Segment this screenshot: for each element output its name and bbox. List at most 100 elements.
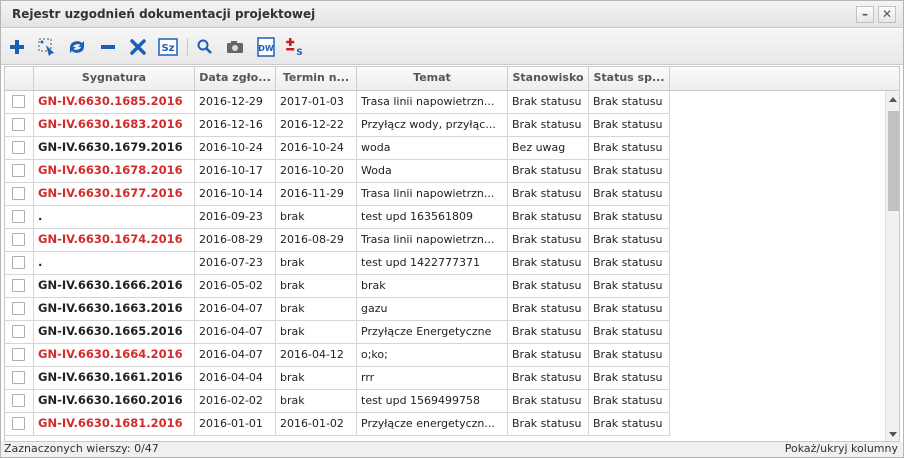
table-row[interactable]: GN-IV.6630.1679.2016 2016-10-24 2016-10-24… <box>5 137 885 160</box>
table-row[interactable]: GN-IV.6630.1674.2016 2016-08-29 2016-08-29… <box>5 229 885 252</box>
scrollbar-thumb[interactable] <box>888 111 899 211</box>
table-row[interactable]: GN-IV.6630.1677.2016 2016-10-14 2016-11-29… <box>5 183 885 206</box>
dw-button[interactable]: DW <box>255 36 277 58</box>
scroll-up-arrow-icon[interactable] <box>889 97 897 102</box>
edit-select-button[interactable] <box>36 36 58 58</box>
selected-rows-count: Zaznaczonych wierszy: 0/47 <box>4 442 159 455</box>
delete-icon <box>130 39 146 55</box>
refresh-button[interactable] <box>66 36 88 58</box>
cell-sygnatura: GN-IV.6630.1681.2016 <box>34 413 195 436</box>
delete-button[interactable] <box>127 36 149 58</box>
cell-sygnatura: GN-IV.6630.1663.2016 <box>34 298 195 321</box>
row-checkbox-cell <box>5 413 34 436</box>
cell-termin: 2016-01-02 <box>276 413 357 436</box>
toggle-columns-link[interactable]: Pokaż/ukryj kolumny <box>785 442 898 455</box>
cell-stanowisko: Bez uwag <box>508 137 589 160</box>
table-row[interactable]: GN-IV.6630.1681.2016 2016-01-01 2016-01-02… <box>5 413 885 436</box>
vertical-scrollbar[interactable] <box>885 91 899 441</box>
minimize-button[interactable]: – <box>856 6 874 23</box>
row-checkbox[interactable] <box>12 394 25 407</box>
window-title: Rejestr uzgodnień dokumentacji projektow… <box>12 7 316 21</box>
cell-status: Brak statusu <box>589 252 670 275</box>
row-checkbox[interactable] <box>12 279 25 292</box>
row-checkbox[interactable] <box>12 417 25 430</box>
plus-minus-s-icon: S <box>286 38 303 58</box>
row-checkbox[interactable] <box>12 141 25 154</box>
table-row[interactable]: GN-IV.6630.1678.2016 2016-10-17 2016-10-20… <box>5 160 885 183</box>
column-header-data[interactable]: Data zgło... <box>195 67 276 91</box>
cell-sygnatura: GN-IV.6630.1660.2016 <box>34 390 195 413</box>
remove-button[interactable] <box>97 36 119 58</box>
row-checkbox[interactable] <box>12 118 25 131</box>
column-header-temat[interactable]: Temat <box>357 67 508 91</box>
row-checkbox[interactable] <box>12 256 25 269</box>
cell-temat: brak <box>357 275 508 298</box>
cell-termin: brak <box>276 252 357 275</box>
dw-icon-label: DW <box>258 44 274 53</box>
row-checkbox[interactable] <box>12 164 25 177</box>
row-checkbox[interactable] <box>12 210 25 223</box>
table-row[interactable]: GN-IV.6630.1661.2016 2016-04-04 brak rrr Bra… <box>5 367 885 390</box>
cell-status: Brak statusu <box>589 137 670 160</box>
cell-stanowisko: Brak statusu <box>508 344 589 367</box>
close-button[interactable]: ✕ <box>878 6 896 23</box>
column-header-stanowisko[interactable]: Stanowisko <box>508 67 589 91</box>
table-row[interactable]: GN-IV.6630.1683.2016 2016-12-16 2016-12-22… <box>5 114 885 137</box>
row-checkbox[interactable] <box>12 95 25 108</box>
row-checkbox-cell <box>5 137 34 160</box>
sz-icon: Sz <box>158 38 178 56</box>
cell-termin: 2016-12-22 <box>276 114 357 137</box>
table-row[interactable]: GN-IV.6630.1664.2016 2016-04-07 2016-04-12… <box>5 344 885 367</box>
camera-icon <box>227 41 243 53</box>
cell-temat: o;ko; <box>357 344 508 367</box>
dw-icon: DW <box>257 37 275 57</box>
cell-status: Brak statusu <box>589 229 670 252</box>
table-row[interactable]: GN-IV.6630.1660.2016 2016-02-02 brak test u… <box>5 390 885 413</box>
row-checkbox[interactable] <box>12 348 25 361</box>
search-icon <box>197 39 212 54</box>
row-checkbox[interactable] <box>12 233 25 246</box>
table-row[interactable]: GN-IV.6630.1665.2016 2016-04-07 brak Przyłą… <box>5 321 885 344</box>
row-checkbox[interactable] <box>12 302 25 315</box>
cell-temat: test upd 1422777371 <box>357 252 508 275</box>
cell-stanowisko: Brak statusu <box>508 413 589 436</box>
row-checkbox[interactable] <box>12 371 25 384</box>
refresh-icon <box>70 41 84 53</box>
cell-data: 2016-10-24 <box>195 137 276 160</box>
table-row[interactable]: . 2016-07-23 brak test upd 1422777371 Brak s… <box>5 252 885 275</box>
column-header-sygnatura[interactable]: Sygnatura <box>34 67 195 91</box>
table-row[interactable]: GN-IV.6630.1663.2016 2016-04-07 brak gazu Br… <box>5 298 885 321</box>
row-checkbox-cell <box>5 390 34 413</box>
search-button[interactable] <box>194 36 216 58</box>
cell-data: 2016-04-07 <box>195 298 276 321</box>
row-checkbox[interactable] <box>12 325 25 338</box>
cell-data: 2016-08-29 <box>195 229 276 252</box>
camera-button[interactable] <box>224 36 246 58</box>
cell-status: Brak statusu <box>589 206 670 229</box>
scroll-down-arrow-icon[interactable] <box>889 432 897 437</box>
row-checkbox[interactable] <box>12 187 25 200</box>
row-checkbox-cell <box>5 321 34 344</box>
cell-sygnatura: GN-IV.6630.1677.2016 <box>34 183 195 206</box>
cell-data: 2016-10-17 <box>195 160 276 183</box>
cell-sygnatura: GN-IV.6630.1678.2016 <box>34 160 195 183</box>
table-row[interactable]: GN-IV.6630.1666.2016 2016-05-02 brak brak Br… <box>5 275 885 298</box>
status-bar: Zaznaczonych wierszy: 0/47 Pokaż/ukryj k… <box>1 442 903 457</box>
sz-button[interactable]: Sz <box>157 36 179 58</box>
select-all-column-header[interactable] <box>5 67 34 91</box>
table-row[interactable]: GN-IV.6630.1685.2016 2016-12-29 2017-01-03… <box>5 91 885 114</box>
plus-minus-s-button[interactable]: S <box>284 36 306 58</box>
row-checkbox-cell <box>5 114 34 137</box>
cell-temat: woda <box>357 137 508 160</box>
cell-data: 2016-05-02 <box>195 275 276 298</box>
column-header-termin[interactable]: Termin n... <box>276 67 357 91</box>
cell-stanowisko: Brak statusu <box>508 183 589 206</box>
column-header-status[interactable]: Status sp... <box>589 67 670 91</box>
table-row[interactable]: . 2016-09-23 brak test upd 163561809 Brak st… <box>5 206 885 229</box>
add-button[interactable] <box>6 36 28 58</box>
cell-termin: brak <box>276 275 357 298</box>
cell-termin: 2016-11-29 <box>276 183 357 206</box>
cell-sygnatura: GN-IV.6630.1683.2016 <box>34 114 195 137</box>
cell-termin: 2016-10-20 <box>276 160 357 183</box>
cell-termin: brak <box>276 298 357 321</box>
